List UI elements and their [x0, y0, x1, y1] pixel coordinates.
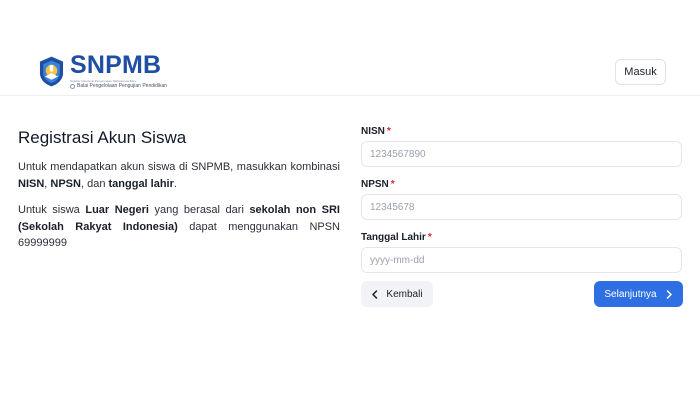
intro-dob: tanggal lahir: [108, 177, 174, 190]
intro-section: Registrasi Akun Siswa Untuk mendapatkan …: [18, 128, 340, 252]
required-mark: *: [390, 179, 395, 190]
note-luar-negeri: Luar Negeri: [85, 204, 149, 216]
intro-end: .: [173, 177, 177, 190]
note-text-1: Untuk siswa: [18, 204, 86, 216]
nisn-label: NISN *: [361, 126, 683, 138]
intro-npsn: NPSN: [50, 177, 81, 190]
login-button[interactable]: Masuk: [615, 59, 666, 85]
dob-group: Tanggal Lahir *: [361, 232, 683, 273]
chevron-right-icon: [666, 289, 673, 299]
nisn-label-text: NISN: [361, 126, 385, 137]
chevron-left-icon: [371, 289, 378, 299]
intro-text: Untuk mendapatkan akun siswa di SNPMB, m…: [18, 161, 340, 173]
logo-subtitle: Balai Pengelolaan Pengujian Pendidikan: [70, 83, 167, 89]
nisn-input[interactable]: [361, 141, 682, 167]
dob-label: Tanggal Lahir *: [361, 232, 683, 244]
logo-subtitle-text: Balai Pengelolaan Pengujian Pendidikan: [77, 83, 168, 89]
intro-paragraph: Untuk mendapatkan akun siswa di SNPMB, m…: [18, 159, 340, 192]
next-button[interactable]: Selanjutnya: [594, 281, 683, 307]
required-mark: *: [427, 232, 432, 243]
npsn-label-text: NPSN: [361, 179, 389, 190]
intro-nisn: NISN: [18, 177, 45, 190]
registration-form: NISN* NPSN* Tanggal Lahir*: [361, 126, 683, 273]
form-actions: Kembali Selanjutnya: [361, 281, 683, 307]
npsn-input[interactable]: [361, 194, 682, 220]
dob-input[interactable]: [361, 247, 682, 273]
overseas-note: Untuk siswa Luar Negeri yang berasal dar…: [18, 202, 340, 252]
intro-sep-2: , dan: [80, 177, 109, 190]
snpmb-emblem-icon: [39, 56, 64, 86]
required-mark: *: [386, 126, 391, 137]
note-text-2: yang berasal dari: [148, 204, 250, 216]
nisn-group: NISN *: [361, 126, 683, 167]
npsn-group: NPSN *: [361, 179, 683, 220]
back-button[interactable]: Kembali: [361, 281, 433, 307]
page-title: Registrasi Akun Siswa: [18, 128, 187, 147]
logo-textbox: SNPMB Seleksi Nasional Penerimaan Mahasi…: [70, 53, 167, 89]
back-label: Kembali: [386, 288, 423, 300]
logo-wordmark: SNPMB: [70, 51, 162, 79]
dob-label-text: Tanggal Lahir: [361, 232, 426, 243]
bppp-emblem-icon: [70, 83, 75, 89]
top-header: SNPMB Seleksi Nasional Penerimaan Mahasi…: [0, 0, 700, 96]
next-label: Selanjutnya: [604, 288, 657, 300]
snpmb-logo[interactable]: SNPMB Seleksi Nasional Penerimaan Mahasi…: [35, 53, 167, 89]
npsn-label: NPSN *: [361, 179, 683, 191]
